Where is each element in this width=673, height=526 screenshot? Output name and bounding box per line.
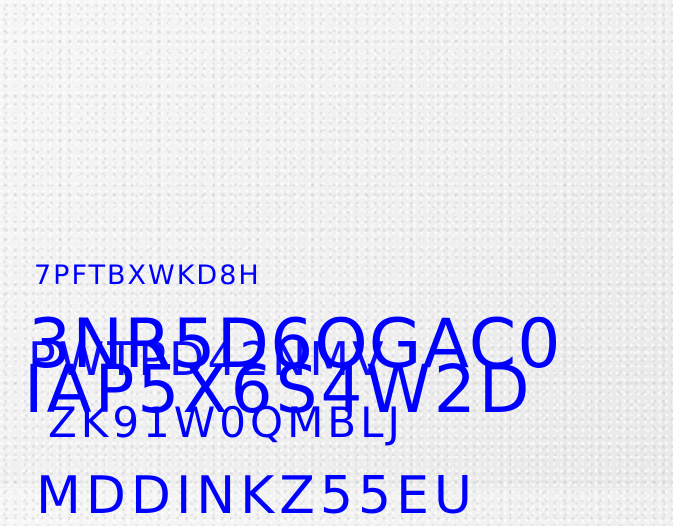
text-line-1: 7PFTBXWKD8H (34, 260, 261, 291)
text-line-6: MDDINKZ55EU (36, 466, 477, 526)
text-line-5: ZK91W0QMBLJ (48, 398, 404, 447)
